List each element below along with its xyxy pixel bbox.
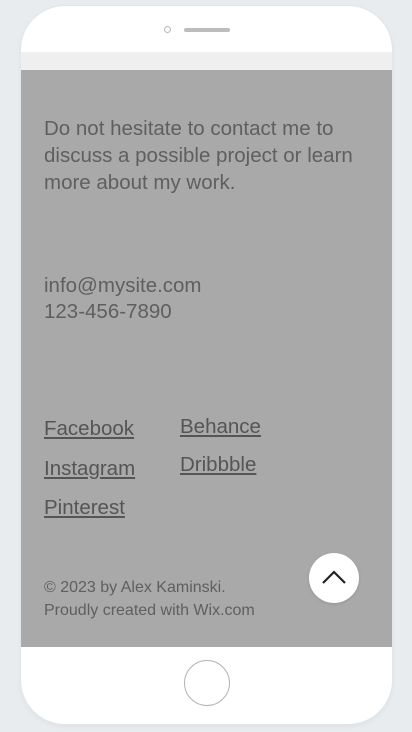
footer: © 2023 by Alex Kaminski. Proudly created… [44,576,255,622]
browser-top-bar [21,52,392,70]
chevron-up-icon [322,570,346,584]
credit-text: Proudly created with Wix.com [44,602,255,619]
behance-link[interactable]: Behance [180,415,261,439]
contact-details: info@mysite.com 123-456-7890 [44,273,202,325]
phone-frame: Do not hesitate to contact me to discuss… [21,6,392,724]
camera-icon [164,26,171,33]
pinterest-link[interactable]: Pinterest [44,496,125,520]
speaker-icon [184,28,230,32]
contact-section: Do not hesitate to contact me to discuss… [21,70,392,647]
instagram-link[interactable]: Instagram [44,457,135,481]
back-to-top-button[interactable] [309,553,359,603]
facebook-link[interactable]: Facebook [44,417,134,441]
copyright-text: © 2023 by Alex Kaminski. [44,579,226,596]
intro-text: Do not hesitate to contact me to discuss… [44,117,353,194]
email-text: info@mysite.com [44,274,202,297]
phone-text: 123-456-7890 [44,300,172,323]
home-button[interactable] [184,660,230,706]
dribbble-link[interactable]: Dribbble [180,453,256,477]
